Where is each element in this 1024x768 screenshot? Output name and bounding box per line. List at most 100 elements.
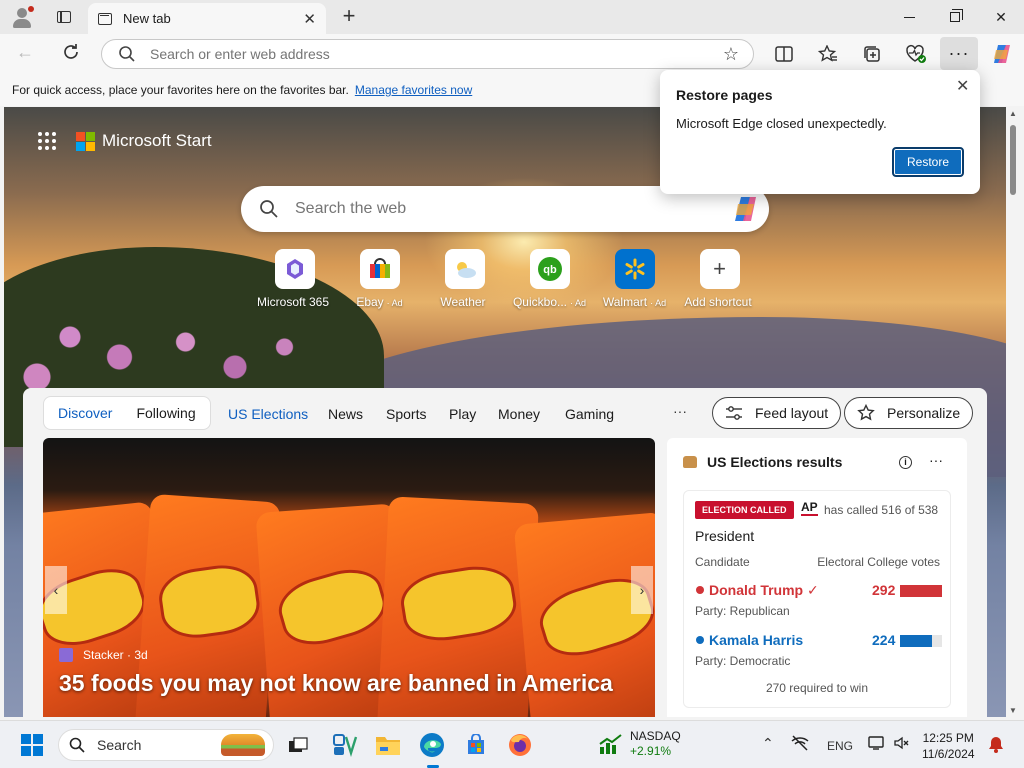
hero-article[interactable]: ‹ › Stacker · 3d 35 foods you may not kn… — [43, 438, 655, 717]
back-button[interactable]: ← — [16, 42, 34, 63]
microsoft-start-header: Microsoft Start — [38, 131, 212, 151]
favorite-star-icon[interactable]: ☆ — [723, 44, 739, 65]
windows-start-icon[interactable] — [21, 734, 43, 756]
close-icon[interactable]: ✕ — [956, 76, 969, 96]
network-off-icon[interactable] — [790, 735, 810, 754]
close-window-button[interactable]: ✕ — [978, 0, 1024, 34]
profile-icon[interactable] — [8, 3, 36, 31]
scroll-up-icon[interactable]: ▲ — [1009, 109, 1017, 118]
hero-prev-button[interactable]: ‹ — [45, 566, 67, 614]
chevron-left-icon: ‹ — [53, 582, 59, 598]
collections-button[interactable] — [860, 42, 884, 66]
scroll-down-icon[interactable]: ▼ — [1009, 706, 1017, 715]
more-icon: ··· — [948, 43, 970, 63]
tab-actions-icon[interactable] — [50, 3, 78, 31]
language-indicator[interactable]: ENG — [827, 739, 853, 753]
election-results-card: US Elections results i ··· ELECTION CALL… — [667, 438, 967, 717]
browser-essentials-button[interactable] — [904, 42, 928, 66]
nav-money[interactable]: Money — [498, 406, 540, 422]
shortcut-quickbooks[interactable]: qb Quickbo... · Ad — [507, 249, 592, 309]
news-feed: Discover Following US Elections News Spo… — [23, 388, 987, 717]
address-bar[interactable]: ☆ — [101, 39, 754, 69]
restore-title: Restore pages — [676, 87, 773, 103]
shortcut-ebay[interactable]: Ebay · Ad — [337, 249, 422, 309]
hero-title[interactable]: 35 foods you may not know are banned in … — [59, 670, 613, 697]
search-icon — [119, 46, 135, 62]
shortcut-label: Ebay — [356, 295, 384, 309]
president-race-card[interactable]: ELECTION CALLED AP has called 516 of 538… — [683, 490, 951, 708]
manage-favorites-link[interactable]: Manage favorites now — [355, 83, 472, 97]
shortcuts-row: Microsoft 365 Ebay · Ad Weather qb Quickb… — [252, 249, 762, 309]
app-launcher-icon[interactable] — [38, 132, 56, 150]
tab-new-tab[interactable]: New tab ✕ — [88, 3, 326, 34]
restore-button[interactable]: Restore — [892, 147, 964, 177]
candidate-name: Donald Trump ✓ — [709, 582, 819, 598]
pivot-following[interactable]: Following — [124, 397, 207, 429]
restore-down-icon — [950, 9, 963, 22]
firefox-icon[interactable] — [506, 731, 534, 759]
copilot-button[interactable] — [990, 42, 1014, 66]
notification-bell-icon[interactable] — [988, 735, 1004, 756]
favorites-icon — [818, 45, 837, 62]
feed-more-button[interactable]: ··· — [673, 403, 687, 419]
monitor-icon[interactable] — [868, 735, 886, 754]
volume-muted-icon[interactable] — [893, 735, 911, 754]
edge-browser-icon[interactable] — [418, 731, 446, 759]
clock-time: 12:25 PM — [922, 731, 974, 745]
favorites-button[interactable] — [816, 42, 840, 66]
shortcut-microsoft-365[interactable]: Microsoft 365 — [252, 249, 337, 309]
candidate-votes: 224 — [872, 632, 896, 648]
file-explorer-icon[interactable] — [374, 731, 402, 759]
copilot-icon[interactable] — [731, 195, 761, 223]
new-tab-button[interactable]: + — [336, 2, 362, 32]
nav-news[interactable]: News — [328, 406, 363, 422]
page-scrollbar[interactable]: ▲ ▼ — [1006, 107, 1020, 717]
personalize-button[interactable]: Personalize — [844, 397, 974, 429]
election-card-header: US Elections results — [683, 454, 842, 470]
hero-next-button[interactable]: › — [631, 566, 653, 614]
widgets-app-icon[interactable] — [331, 731, 359, 759]
vote-bar — [900, 585, 942, 597]
pivot-discover[interactable]: Discover — [46, 397, 124, 429]
scroll-thumb[interactable] — [1010, 125, 1016, 195]
feed-layout-label: Feed layout — [755, 405, 829, 421]
nav-play[interactable]: Play — [449, 406, 476, 422]
microsoft-store-icon[interactable] — [462, 731, 490, 759]
refresh-button[interactable] — [60, 41, 82, 63]
shortcut-walmart[interactable]: Walmart · Ad — [592, 249, 677, 309]
vote-bar-track — [900, 585, 942, 597]
shortcut-label: Weather — [440, 295, 486, 309]
tab-close-icon[interactable]: ✕ — [303, 10, 316, 28]
feed-layout-button[interactable]: Feed layout — [712, 397, 842, 429]
minimize-button[interactable] — [886, 0, 932, 34]
address-input[interactable] — [150, 46, 690, 62]
nav-sports[interactable]: Sports — [386, 406, 426, 422]
shortcut-weather[interactable]: Weather — [422, 249, 507, 309]
candidate-dot — [696, 586, 704, 594]
minimize-icon — [903, 16, 915, 18]
info-icon[interactable]: i — [899, 456, 912, 469]
collections-icon — [864, 46, 880, 62]
copilot-icon — [994, 45, 1010, 63]
split-screen-button[interactable] — [772, 42, 796, 66]
heart-pulse-icon — [906, 45, 926, 63]
quickbooks-icon: qb — [529, 249, 570, 289]
taskbar-search[interactable]: Search — [58, 729, 274, 761]
system-clock[interactable]: 12:25 PM 11/6/2024 — [922, 730, 975, 762]
web-search-input[interactable] — [295, 200, 715, 218]
personalize-star-icon — [857, 404, 875, 421]
restore-down-button[interactable] — [932, 0, 978, 34]
close-icon: ✕ — [995, 8, 1007, 25]
task-view-icon[interactable] — [284, 731, 312, 759]
shortcut-label: Microsoft 365 — [256, 295, 330, 309]
nav-gaming[interactable]: Gaming — [565, 406, 614, 422]
nav-us-elections[interactable]: US Elections — [228, 406, 308, 422]
restore-message: Microsoft Edge closed unexpectedly. — [676, 116, 887, 131]
settings-more-button[interactable]: ··· — [940, 37, 978, 70]
election-more-button[interactable]: ··· — [929, 452, 943, 468]
chevron-up-icon[interactable]: ⌃ — [762, 735, 774, 752]
win-threshold-text: 270 required to win — [765, 681, 869, 695]
hero-source: Stacker · 3d — [59, 648, 148, 662]
shortcut-add[interactable]: + Add shortcut — [677, 249, 762, 309]
stock-widget[interactable]: NASDAQ +2.91% — [598, 729, 681, 759]
